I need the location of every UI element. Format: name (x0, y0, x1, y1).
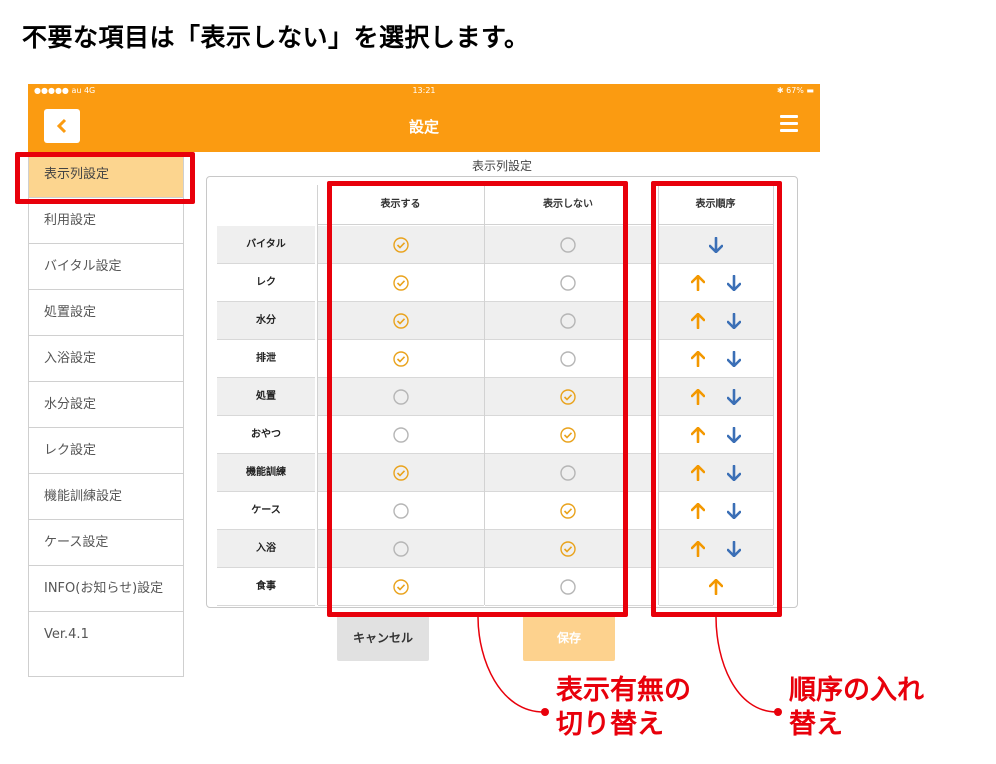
callout-order-line1: 順序の入れ (789, 675, 924, 706)
callout-reorder: 順序の入れ 替え (789, 674, 924, 742)
callout-toggle-line1: 表示有無の (556, 675, 691, 706)
callout-dot-toggle (541, 708, 549, 716)
callout-toggle-line2: 切り替え (556, 709, 664, 740)
callout-toggle-visibility: 表示有無の 切り替え (556, 674, 691, 742)
callout-leader-lines (477, 616, 778, 713)
callout-order-line2: 替え (789, 709, 843, 740)
callout-dot-order (774, 708, 782, 716)
